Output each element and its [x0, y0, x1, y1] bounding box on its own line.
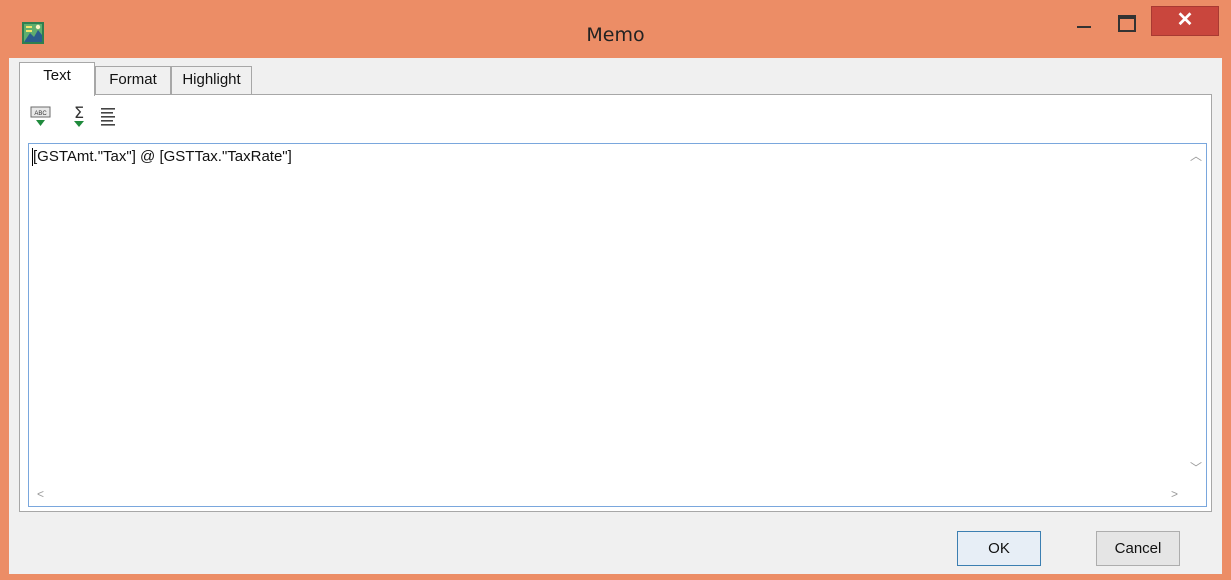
svg-text:ABC: ABC: [34, 111, 47, 117]
tab-label: Text: [43, 67, 71, 84]
insert-aggregate-icon[interactable]: Σ: [68, 103, 90, 131]
tab-label: Format: [109, 71, 157, 88]
close-button[interactable]: ✕: [1151, 6, 1219, 36]
tab-text[interactable]: Text: [19, 62, 95, 96]
tab-highlight[interactable]: Highlight: [171, 66, 252, 94]
text-tab-panel: ABC Σ [GSTAmt."Tax"] @ [GSTTax."TaxRate"…: [19, 94, 1212, 512]
memo-expression-text[interactable]: [GSTAmt."Tax"] @ [GSTTax."TaxRate"]: [33, 148, 292, 165]
minimize-button[interactable]: [1071, 8, 1099, 34]
memo-text-editor[interactable]: [GSTAmt."Tax"] @ [GSTTax."TaxRate"] ︿ ﹀ …: [28, 143, 1207, 507]
scroll-down-icon[interactable]: ﹀: [1190, 462, 1202, 474]
tab-label: Highlight: [182, 71, 241, 88]
scroll-left-icon[interactable]: <: [37, 488, 44, 500]
horizontal-scrollbar[interactable]: < >: [29, 484, 1184, 506]
tab-format[interactable]: Format: [95, 66, 171, 94]
window-title: Memo: [586, 24, 645, 46]
svg-text:Σ: Σ: [74, 103, 84, 122]
title-bar[interactable]: Memo ✕: [0, 0, 1231, 58]
scroll-right-icon[interactable]: >: [1171, 488, 1178, 500]
vertical-scrollbar[interactable]: ︿ ﹀: [1184, 144, 1206, 484]
scroll-up-icon[interactable]: ︿: [1190, 150, 1202, 162]
cancel-button[interactable]: Cancel: [1096, 531, 1180, 566]
word-wrap-icon[interactable]: [98, 103, 120, 131]
ok-button[interactable]: OK: [957, 531, 1041, 566]
dialog-client-area: Text Format Highlight ABC Σ [GSTAmt."Tax…: [9, 58, 1222, 574]
close-icon: ✕: [1176, 9, 1194, 31]
maximize-button[interactable]: [1113, 10, 1141, 36]
insert-field-icon[interactable]: ABC: [30, 103, 52, 131]
memo-window: Memo ✕ Text Format Highlight ABC Σ [GSTA…: [0, 0, 1231, 580]
